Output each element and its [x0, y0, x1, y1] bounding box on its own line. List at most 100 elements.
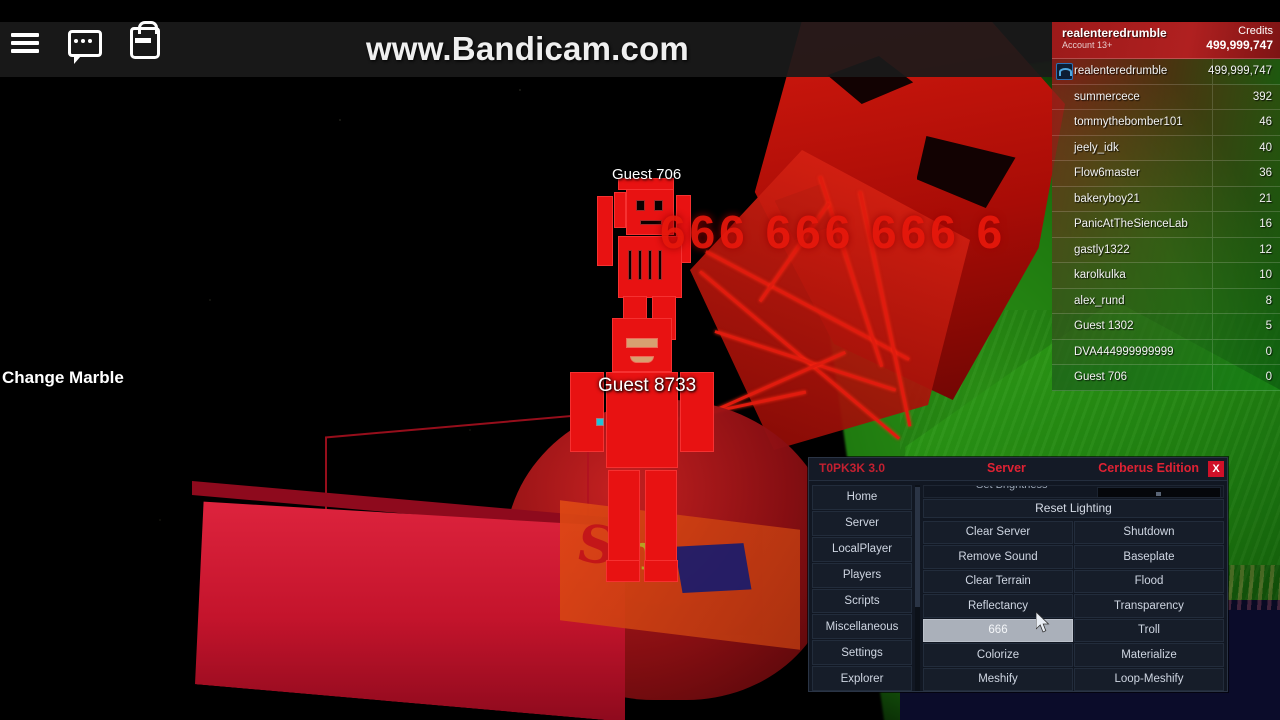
topkek-action-clear-server[interactable]: Clear Server [923, 520, 1073, 544]
leaderboard-player-score: 21 [1259, 192, 1272, 205]
leaderboard-player-name: summercece [1074, 90, 1140, 103]
column-divider [1212, 263, 1213, 288]
leaderboard-row[interactable]: gastly1322 12 [1052, 237, 1280, 263]
leaderboard: realenteredrumble Account 13+ Credits 49… [1052, 22, 1280, 391]
leaderboard-player-name: karolkulka [1074, 269, 1126, 282]
leaderboard-player-score: 499,999,747 [1208, 65, 1272, 78]
leaderboard-row[interactable]: realenteredrumble 499,999,747 [1052, 59, 1280, 85]
topkek-action-materialize[interactable]: Materialize [1074, 643, 1224, 667]
leaderboard-row[interactable]: karolkulka 10 [1052, 263, 1280, 289]
backpack-icon[interactable] [128, 21, 162, 60]
topkek-panel[interactable]: T0PK3K 3.0 Server Cerberus Edition X Hom… [808, 457, 1228, 692]
change-marble-label[interactable]: Change Marble [2, 368, 124, 388]
leaderboard-account-label: Account 13+ [1062, 40, 1113, 50]
topkek-tab-server[interactable]: Server [812, 510, 912, 536]
player-badge-icon [1056, 63, 1073, 80]
topkek-action-colorize[interactable]: Colorize [923, 643, 1073, 667]
topkek-action-reflectancy[interactable]: Reflectancy [923, 594, 1073, 618]
leaderboard-row[interactable]: Guest 1302 5 [1052, 314, 1280, 340]
topkek-tab-players[interactable]: Players [812, 562, 912, 588]
column-divider [1212, 135, 1213, 160]
leaderboard-row[interactable]: DVA444999999999 0 [1052, 339, 1280, 365]
shirt-blue-patch [674, 543, 752, 594]
leaderboard-row[interactable]: bakeryboy21 21 [1052, 186, 1280, 212]
nametag-guest-706: Guest 706 [612, 166, 682, 183]
leaderboard-player-name: DVA444999999999 [1074, 345, 1174, 358]
leaderboard-player-score: 10 [1259, 269, 1272, 282]
leaderboard-player-name: bakeryboy21 [1074, 192, 1140, 205]
leaderboard-rows: realenteredrumble 499,999,747 summercece 39… [1052, 59, 1280, 391]
top-black-bar [0, 0, 1280, 22]
leaderboard-player-name: Guest 1302 [1074, 320, 1134, 333]
leaderboard-player-score: 5 [1265, 320, 1272, 333]
scroll-thumb[interactable] [915, 487, 920, 607]
topkek-button-grid: Clear Server Shutdown Remove Sound Baseplat… [923, 520, 1224, 691]
leaderboard-row[interactable]: Guest 706 0 [1052, 365, 1280, 391]
leaderboard-player-score: 392 [1252, 90, 1272, 103]
leaderboard-row[interactable]: tommythebomber101 46 [1052, 110, 1280, 136]
nametag-guest-8733: Guest 8733 [598, 375, 697, 396]
topkek-sidebar: Home Server LocalPlayer Players Scripts Misce… [812, 485, 912, 691]
topkek-tab-settings[interactable]: Settings [812, 640, 912, 666]
topkek-action-666[interactable]: 666 [923, 618, 1073, 642]
topkek-titlebar: T0PK3K 3.0 Server Cerberus Edition X [809, 458, 1227, 481]
leaderboard-player-score: 16 [1259, 218, 1272, 231]
topkek-tab-miscellaneous[interactable]: Miscellaneous [812, 614, 912, 640]
topkek-action-meshify[interactable]: Meshify [923, 667, 1073, 691]
topkek-action-flood[interactable]: Flood [1074, 569, 1224, 593]
column-divider [1212, 314, 1213, 339]
topkek-tab-scripts[interactable]: Scripts [812, 588, 912, 614]
leaderboard-row[interactable]: summercece 392 [1052, 84, 1280, 110]
topkek-tab-home[interactable]: Home [812, 485, 912, 510]
topkek-active-tab: Server [987, 461, 1026, 475]
topkek-action-troll[interactable]: Troll [1074, 618, 1224, 642]
leaderboard-player-name: jeely_idk [1074, 141, 1119, 154]
topkek-action-shutdown[interactable]: Shutdown [1074, 520, 1224, 544]
leaderboard-row[interactable]: jeely_idk 40 [1052, 135, 1280, 161]
column-divider [1212, 237, 1213, 262]
leaderboard-player-score: 8 [1265, 294, 1272, 307]
menu-icon[interactable] [8, 26, 42, 60]
set-brightness-row[interactable]: Set Brightness [923, 485, 1224, 498]
topkek-action-clear-terrain[interactable]: Clear Terrain [923, 569, 1073, 593]
column-divider [1212, 365, 1213, 390]
game-screenshot: S h 666 666 666 6 Guest 706 Guest 8733 w… [0, 0, 1280, 720]
close-icon[interactable]: X [1208, 461, 1224, 477]
column-divider [1212, 161, 1213, 186]
topkek-scrollbar[interactable] [915, 485, 920, 691]
topkek-tab-explorer[interactable]: Explorer [812, 666, 912, 691]
leaderboard-player-score: 0 [1265, 345, 1272, 358]
leaderboard-row[interactable]: Flow6master 36 [1052, 161, 1280, 187]
leaderboard-player-name: Flow6master [1074, 167, 1140, 180]
topkek-action-transparency[interactable]: Transparency [1074, 594, 1224, 618]
spam-text: 666 666 666 6 [660, 206, 1007, 258]
leaderboard-stat-header: Credits [1238, 25, 1273, 37]
leaderboard-row[interactable]: alex_rund 8 [1052, 288, 1280, 314]
set-brightness-input[interactable] [1097, 487, 1221, 497]
topkek-content: Set Brightness Reset Lighting Clear Serv… [923, 485, 1224, 691]
leaderboard-stat-value: 499,999,747 [1206, 38, 1273, 52]
leaderboard-header: realenteredrumble Account 13+ Credits 49… [1052, 22, 1280, 59]
column-divider [1212, 186, 1213, 211]
leaderboard-player-name: PanicAtTheSienceLab [1074, 218, 1188, 231]
leaderboard-player-name: tommythebomber101 [1074, 116, 1183, 129]
leaderboard-player-score: 46 [1259, 116, 1272, 129]
roblox-hud-icons [8, 21, 162, 64]
column-divider [1212, 110, 1213, 135]
leaderboard-player-name: realenteredrumble [1062, 26, 1167, 40]
leaderboard-player-name: Guest 706 [1074, 371, 1128, 384]
topkek-action-baseplate[interactable]: Baseplate [1074, 545, 1224, 569]
topkek-body: Home Server LocalPlayer Players Scripts Misce… [809, 481, 1227, 691]
reset-lighting-button[interactable]: Reset Lighting [923, 498, 1224, 518]
topkek-action-remove-sound[interactable]: Remove Sound [923, 545, 1073, 569]
topkek-edition: Cerberus Edition [1098, 461, 1199, 475]
topkek-action-loop-meshify[interactable]: Loop-Meshify [1074, 667, 1224, 691]
leaderboard-row[interactable]: PanicAtTheSienceLab 16 [1052, 212, 1280, 238]
chat-icon[interactable] [68, 26, 102, 64]
topkek-tab-localplayer[interactable]: LocalPlayer [812, 536, 912, 562]
column-divider [1212, 339, 1213, 364]
column-divider [1212, 84, 1213, 109]
column-divider [1212, 212, 1213, 237]
set-brightness-label: Set Brightness [976, 485, 1048, 491]
leaderboard-player-score: 36 [1259, 167, 1272, 180]
